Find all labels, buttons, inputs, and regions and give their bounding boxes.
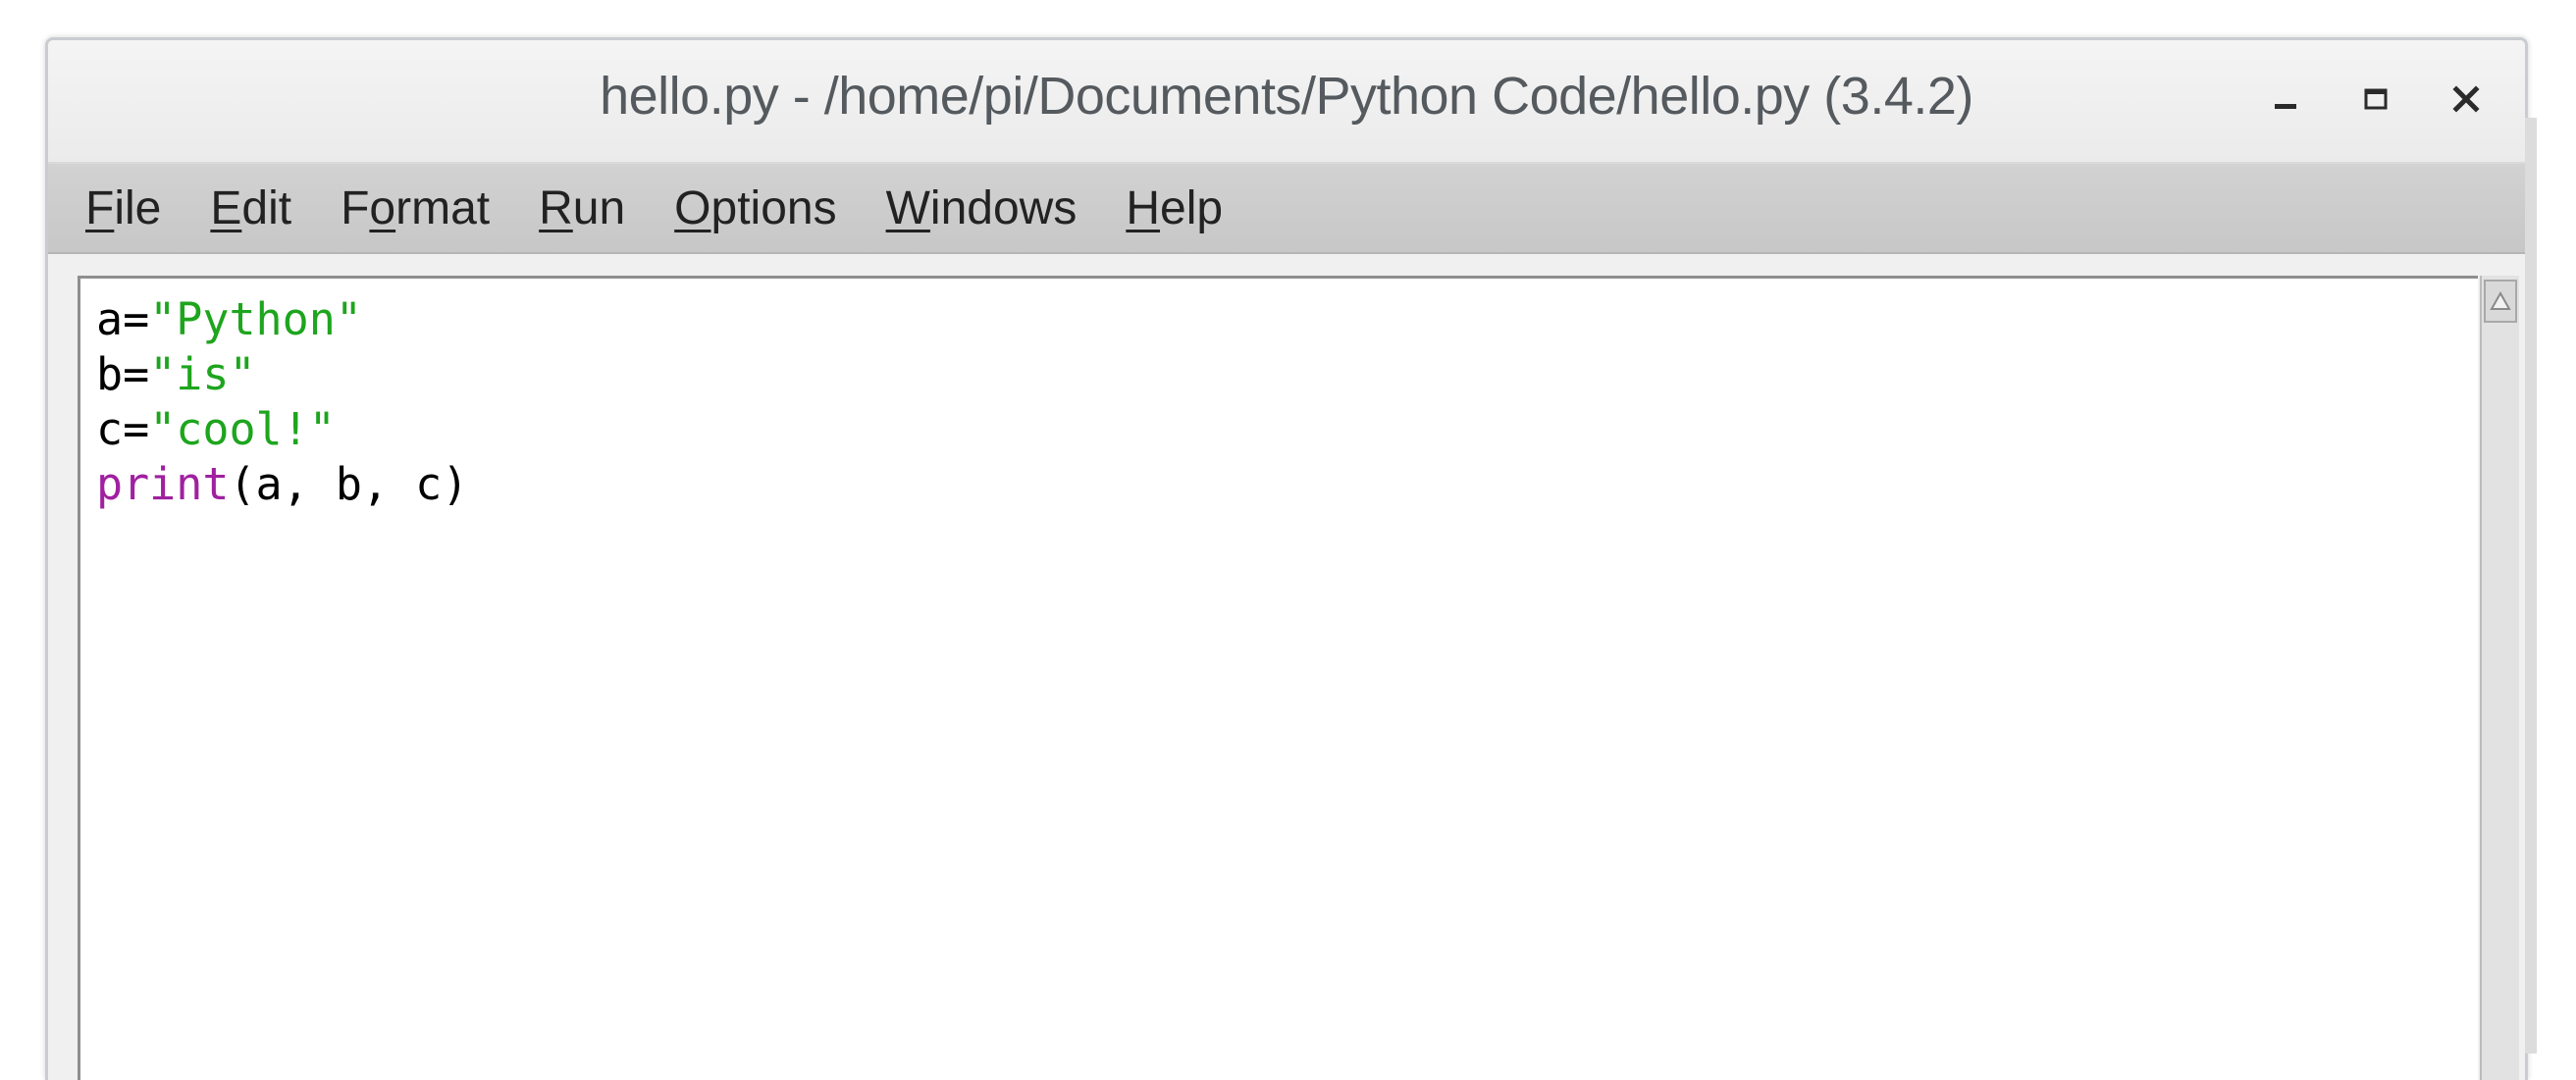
- menu-bar: File Edit Format Run Options Windows Hel…: [48, 162, 2525, 254]
- window-title: hello.py - /home/pi/Documents/Python Cod…: [600, 67, 1973, 126]
- menu-help[interactable]: Help: [1126, 181, 1223, 235]
- code-line: c="cool!": [96, 403, 336, 455]
- close-icon: [2452, 85, 2480, 113]
- code-line: b="is": [96, 348, 256, 400]
- vertical-scrollbar[interactable]: [2480, 276, 2519, 1080]
- arrow-up-icon: [2490, 290, 2511, 310]
- menu-file[interactable]: File: [85, 181, 161, 235]
- code-line: print(a, b, c): [96, 458, 469, 510]
- code-line: a="Python": [96, 293, 362, 345]
- scroll-up-button[interactable]: [2484, 280, 2517, 323]
- code-text[interactable]: a="Python" b="is" c="cool!" print(a, b, …: [96, 292, 468, 512]
- window-frame-edge: [2525, 118, 2537, 1054]
- code-editor[interactable]: a="Python" b="is" c="cool!" print(a, b, …: [78, 276, 2478, 1080]
- close-button[interactable]: [2421, 70, 2511, 129]
- menu-options[interactable]: Options: [674, 181, 836, 235]
- minimize-icon: [2275, 104, 2296, 109]
- maximize-icon: [2364, 88, 2388, 110]
- maximize-button[interactable]: [2331, 70, 2421, 129]
- title-bar[interactable]: hello.py - /home/pi/Documents/Python Cod…: [48, 40, 2525, 162]
- menu-edit[interactable]: Edit: [210, 181, 291, 235]
- menu-format[interactable]: Format: [341, 181, 490, 235]
- menu-run[interactable]: Run: [539, 181, 625, 235]
- window-controls: [2240, 70, 2511, 129]
- idle-editor-window: hello.py - /home/pi/Documents/Python Cod…: [45, 37, 2528, 1080]
- minimize-button[interactable]: [2240, 70, 2331, 129]
- menu-windows[interactable]: Windows: [886, 181, 1078, 235]
